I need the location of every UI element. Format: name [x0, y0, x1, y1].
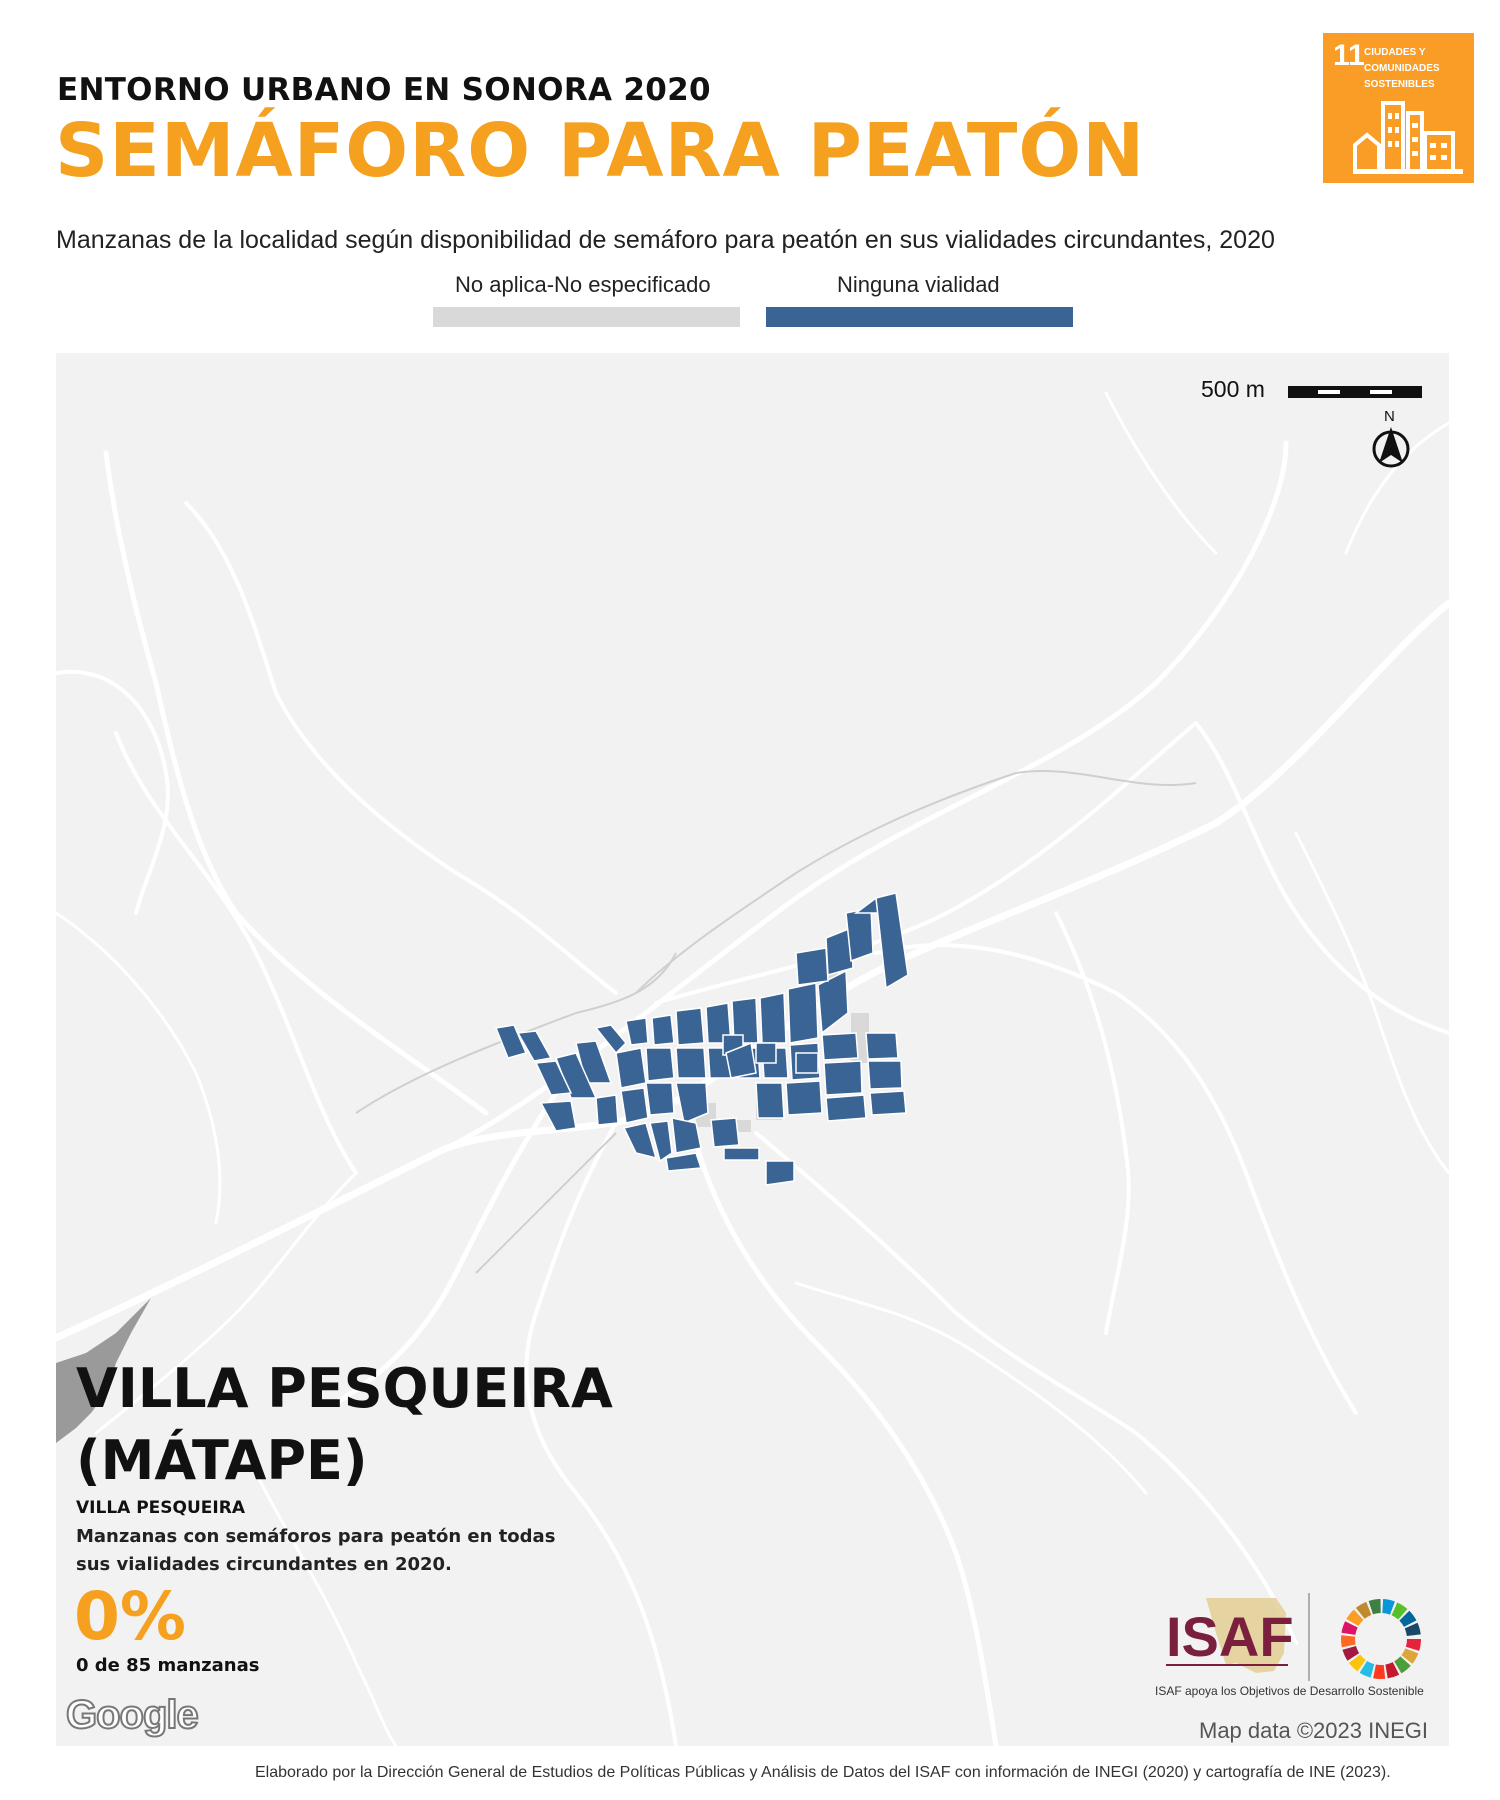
place-name-line1: VILLA PESQUEIRA	[76, 1357, 613, 1420]
scale-label: 500 m	[1201, 376, 1265, 402]
place-name-line2: (MÁTAPE)	[76, 1429, 368, 1492]
place-name: VILLA PESQUEIRA (MÁTAPE)	[76, 1353, 613, 1497]
stat-percent: 0%	[74, 1578, 187, 1655]
page-title: SEMÁFORO PARA PEATÓN	[55, 108, 1146, 194]
north-label: N	[1384, 408, 1395, 425]
municipality-name: VILLA PESQUEIRA	[76, 1498, 245, 1518]
north-arrow-icon	[1372, 427, 1410, 468]
map-data-attribution: Map data ©2023 INEGI	[1199, 1718, 1429, 1743]
sdg-number: 11	[1333, 39, 1365, 72]
legend-swatch-na	[433, 307, 740, 327]
legend-label-na: No aplica-No especificado	[455, 272, 711, 297]
sdg-wheel-icon	[1341, 1599, 1421, 1679]
legend-label-ninguna: Ninguna vialidad	[837, 272, 1000, 297]
header-kicker: ENTORNO URBANO EN SONORA 2020	[57, 72, 711, 108]
isaf-tagline: ISAF apoya los Objetivos de Desarrollo S…	[1155, 1684, 1424, 1698]
city-buildings-icon	[1353, 101, 1463, 174]
sdg-text: CIUDADES Y COMUNIDADES SOSTENIBLES	[1364, 47, 1440, 90]
stat-description: Manzanas con semáforos para peatón en to…	[76, 1526, 556, 1575]
legend-swatch-ninguna	[766, 307, 1073, 327]
isaf-logo-text: ISAF	[1166, 1605, 1294, 1668]
google-logo: Google	[65, 1692, 200, 1738]
page-subtitle: Manzanas de la localidad según disponibi…	[56, 226, 1275, 254]
sdg-11-badge: 11 CIUDADES Y COMUNIDADES SOSTENIBLES	[1323, 33, 1474, 183]
map-panel[interactable]: 500 m N VILLA PESQUEIRA (MÁTAPE) VILLA P…	[56, 353, 1449, 1746]
stat-count: 0 de 85 manzanas	[76, 1655, 260, 1676]
credits-footer: Elaborado por la Dirección General de Es…	[255, 1764, 1391, 1781]
scale-bar	[1288, 386, 1422, 398]
